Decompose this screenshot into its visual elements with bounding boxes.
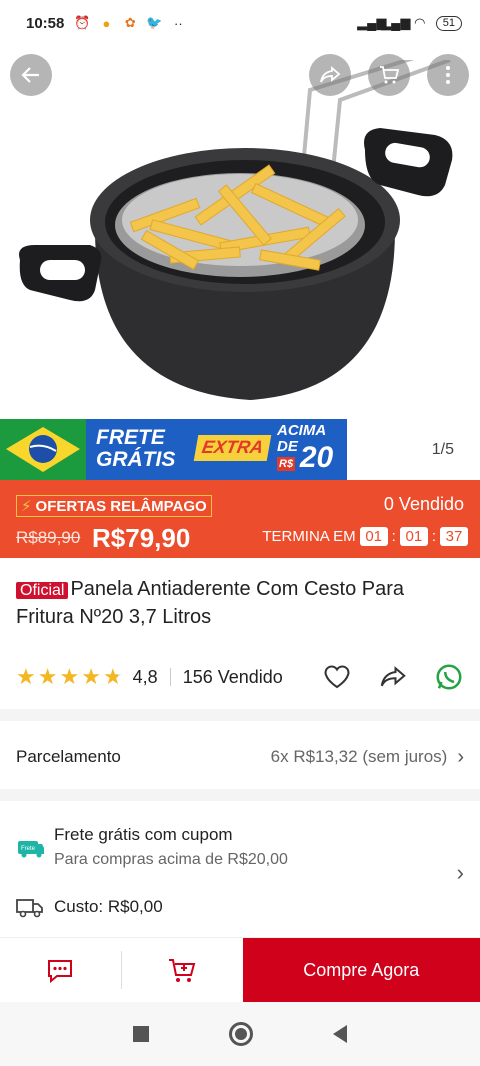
whatsapp-icon[interactable] [434,662,464,692]
lightning-icon: ⚡ [21,498,32,515]
bottom-action-bar: Compre Agora [0,937,480,1002]
battery-icon: 51 [435,15,462,31]
extra-badge: EXTRA [193,435,272,461]
installments-row[interactable]: Parcelamento 6x R$13,32 (sem juros) › [16,742,464,772]
official-badge: Oficial [16,582,69,599]
share-icon [320,66,341,83]
buy-now-button[interactable]: Compre Agora [242,938,480,1002]
rating-value: 4,8 [132,666,158,687]
add-to-cart-button[interactable] [122,938,243,1002]
product-image [19,60,453,400]
status-time: 10:58 [26,14,65,32]
chat-icon [48,960,73,984]
star-icon: ★ [37,664,58,689]
recent-apps-icon[interactable] [133,1026,149,1042]
share-button[interactable] [309,54,351,96]
section-separator [0,789,480,801]
countdown: TERMINA EM 01: 01: 37 [262,527,468,546]
back-arrow-icon [21,67,39,83]
chat-button[interactable] [0,938,121,1002]
flash-sold-count: 0 Vendido [383,494,464,514]
more-options-button[interactable] [427,54,469,96]
tag-label: Frete [21,846,36,852]
installments-label: Parcelamento [16,747,121,766]
banner-line1: FRETE [96,426,165,449]
chevron-right-icon: › [457,745,464,768]
home-icon[interactable] [229,1022,253,1046]
flash-offer-bar[interactable]: ⚡ OFERTAS RELÂMPAGO 0 Vendido R$89,90 R$… [0,480,480,558]
signal-icon: ▂▄▆ [357,15,387,30]
old-price: R$89,90 [16,528,81,547]
frete-gratis-text: FRETE GRÁTIS [86,419,196,480]
banner-line2: GRÁTIS [96,448,176,471]
current-price: R$79,90 [92,523,191,553]
notification-icon: ✿ [124,15,136,30]
banner-currency: R$ [277,457,296,471]
more-dots-icon: ·· [174,15,183,31]
star-icon: ★ [81,664,101,689]
alarm-icon: ⏰ [74,15,91,30]
countdown-seconds: 37 [440,527,468,546]
product-image-carousel[interactable]: FRETE GRÁTIS EXTRA ACIMA DE R$ 20 1/5 [0,0,480,480]
banner-acima: ACIMA [277,422,327,439]
app-icon: ● [102,15,111,31]
flash-offer-text: OFERTAS RELÂMPAGO [35,497,207,515]
rating-row: ★ ★ ★ ★ ★ 4,8 156 Vendido [16,660,464,694]
cart-button[interactable] [368,54,410,96]
star-half-icon: ★ [102,664,123,689]
countdown-minutes: 01 [399,527,428,546]
countdown-label: TERMINA EM [262,528,356,545]
more-vertical-icon [446,66,450,84]
star-icon: ★ [59,664,80,689]
back-triangle-icon[interactable] [333,1025,347,1043]
banner-de: DE [277,438,298,455]
brazil-flag-icon [0,419,86,480]
truck-icon [16,899,43,918]
back-button[interactable] [10,54,52,96]
banner-value: 20 [299,441,334,474]
add-to-cart-icon [169,959,196,982]
product-title: Oficial Panela Antiaderente Com Cesto Par… [16,576,464,630]
shipping-subtitle: Para compras acima de R$20,00 [54,851,288,868]
free-shipping-banner: FRETE GRÁTIS EXTRA ACIMA DE R$ 20 [0,419,347,480]
star-icon: ★ [16,664,36,689]
free-shipping-tag-icon: Frete [18,841,44,858]
share-icon[interactable] [378,662,408,692]
shipping-title: Frete grátis com cupom [54,825,233,844]
countdown-hours: 01 [359,527,388,546]
section-separator [0,709,480,721]
flash-offer-label: ⚡ OFERTAS RELÂMPAGO [16,495,212,517]
shipping-chevron-right-icon[interactable]: › [457,860,464,886]
installments-value: 6x R$13,32 (sem juros) [270,747,448,766]
wifi-icon: ◠ [414,15,426,30]
sold-count: 156 Vendido [182,666,283,687]
divider [169,668,171,686]
cart-icon [380,66,400,84]
twitter-icon: 🐦 [146,15,163,30]
image-page-counter: 1/5 [419,437,466,463]
star-rating[interactable]: ★ ★ ★ ★ ★ [16,664,123,690]
product-title-text: Panela Antiaderente Com Cesto Para Fritu… [16,578,404,628]
banner-threshold: ACIMA DE R$ 20 [269,419,333,480]
shipping-cost: Custo: R$0,00 [54,897,163,916]
signal-icon-2: ▂▄▆ [381,15,411,30]
system-navigation-bar [0,1002,480,1066]
heart-icon[interactable] [322,662,352,692]
status-bar: 10:58 ⏰ ● ✿ 🐦 ·· ▂▄▆ ▂▄▆ ◠ 51 [0,0,480,46]
